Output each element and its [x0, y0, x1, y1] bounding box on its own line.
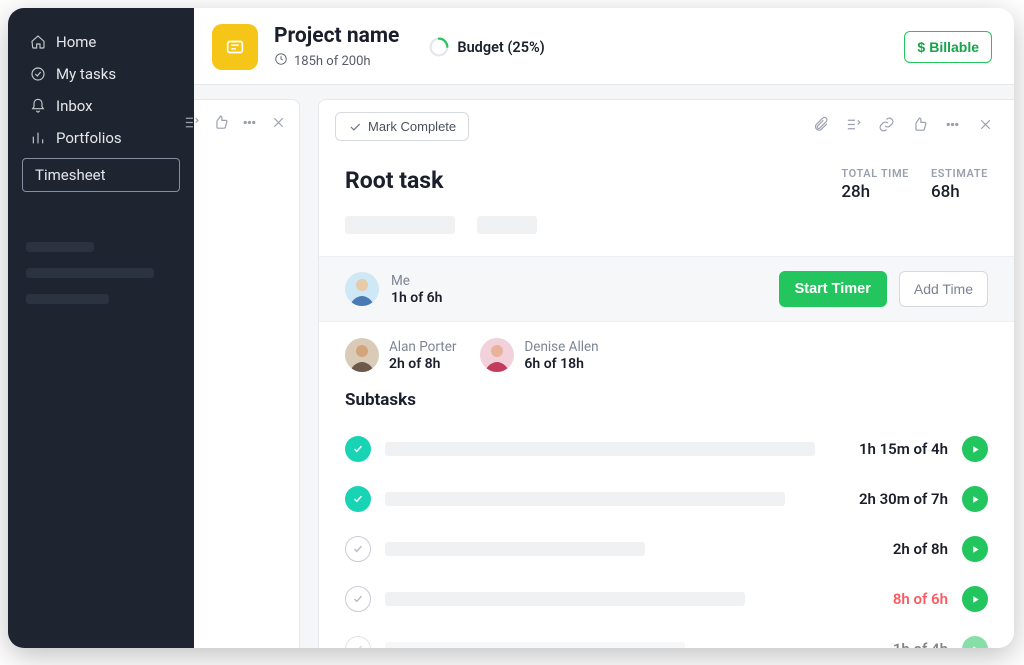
- sidebar-item-label: Home: [56, 33, 96, 51]
- estimate-label: ESTIMATE: [931, 167, 988, 180]
- donut-icon: [429, 37, 449, 57]
- subtask-icon[interactable]: [845, 116, 862, 137]
- play-button[interactable]: [962, 536, 988, 562]
- main: Project name 185h of 200h Budget (25%) $: [194, 8, 1014, 648]
- sidebar-item-my-tasks[interactable]: My tasks: [22, 58, 180, 90]
- subtask-title-placeholder: [385, 642, 685, 648]
- clock-icon: [274, 52, 288, 70]
- subtask-checkbox[interactable]: [345, 586, 371, 612]
- subtask-row: 2h 30m of 7h: [345, 474, 988, 524]
- project-title: Project name: [274, 24, 399, 48]
- subtask-title-placeholder: [385, 492, 785, 506]
- close-icon[interactable]: [977, 116, 994, 137]
- project-meta: Project name 185h of 200h: [274, 24, 399, 70]
- assignee-time: 6h of 18h: [524, 356, 598, 372]
- sidebar-item-label: Timesheet: [35, 166, 106, 184]
- total-time-value: 28h: [841, 182, 909, 202]
- subtask-time: 2h of 8h: [893, 540, 948, 558]
- avatar: [345, 338, 379, 372]
- mark-complete-button[interactable]: Mark Complete: [335, 112, 469, 141]
- play-button[interactable]: [962, 586, 988, 612]
- assignees-row: Alan Porter 2h of 8h Denise Allen 6h of …: [345, 322, 988, 380]
- check-circle-icon: [30, 66, 46, 82]
- close-icon[interactable]: [270, 114, 287, 135]
- subtasks-heading: Subtasks: [345, 390, 988, 410]
- sidebar-placeholder-block: [22, 242, 180, 304]
- more-icon[interactable]: [944, 116, 961, 137]
- dollar-icon: $: [917, 39, 925, 55]
- bell-icon: [30, 98, 46, 114]
- subtask-checkbox[interactable]: [345, 486, 371, 512]
- subtask-row: 2h of 8h: [345, 524, 988, 574]
- sidebar-item-home[interactable]: Home: [22, 26, 180, 58]
- budget-indicator: Budget (25%): [429, 37, 544, 57]
- billable-button[interactable]: $ Billable: [904, 31, 992, 63]
- subtask-title-placeholder: [385, 592, 745, 606]
- project-hours: 185h of 200h: [294, 54, 371, 69]
- subtask-time: 8h of 6h: [893, 590, 948, 608]
- total-time-stat: TOTAL TIME 28h: [841, 167, 909, 202]
- subtask-icon[interactable]: [183, 114, 200, 135]
- assignee-name: Alan Porter: [389, 339, 456, 355]
- billable-label: Billable: [929, 39, 979, 55]
- sidebar-item-label: Inbox: [56, 97, 93, 115]
- app-shell: Home My tasks Inbox Portfolios: [8, 8, 1014, 648]
- mark-complete-label: Mark Complete: [368, 119, 456, 134]
- subtask-row: 8h of 6h: [345, 574, 988, 624]
- play-button[interactable]: [962, 486, 988, 512]
- avatar: [480, 338, 514, 372]
- user-name: Me: [391, 273, 442, 289]
- subtask-time: 1h 15m of 4h: [859, 440, 948, 458]
- sidebar-item-label: Portfolios: [56, 129, 122, 147]
- avatar: [345, 272, 379, 306]
- task-meta-placeholder: [345, 216, 988, 234]
- task-panel: Mark Complete Root task: [318, 99, 1014, 648]
- start-timer-button[interactable]: Start Timer: [779, 271, 887, 307]
- assignee: Alan Porter 2h of 8h: [345, 338, 456, 372]
- estimate-value: 68h: [931, 182, 988, 202]
- subtask-row: 1h of 4h: [345, 624, 988, 648]
- bar-chart-icon: [30, 130, 46, 146]
- sidebar: Home My tasks Inbox Portfolios: [8, 8, 194, 648]
- subtask-row: 1h 15m of 4h: [345, 424, 988, 474]
- assignee: Denise Allen 6h of 18h: [480, 338, 598, 372]
- play-button[interactable]: [962, 636, 988, 648]
- sidebar-item-inbox[interactable]: Inbox: [22, 90, 180, 122]
- more-icon[interactable]: [241, 114, 258, 135]
- link-icon[interactable]: [878, 116, 895, 137]
- play-button[interactable]: [962, 436, 988, 462]
- subtask-title-placeholder: [385, 442, 815, 456]
- sidebar-item-timesheet[interactable]: Timesheet: [22, 158, 180, 192]
- subtask-checkbox[interactable]: [345, 436, 371, 462]
- task-title: Root task: [345, 167, 819, 194]
- thumbs-up-icon[interactable]: [212, 114, 229, 135]
- thumbs-up-icon[interactable]: [911, 116, 928, 137]
- user-time: 1h of 6h: [391, 290, 442, 306]
- current-user-info: Me 1h of 6h: [391, 273, 442, 306]
- estimate-stat: ESTIMATE 68h: [931, 167, 988, 202]
- subtask-time: 2h 30m of 7h: [859, 490, 948, 508]
- total-time-label: TOTAL TIME: [841, 167, 909, 180]
- add-time-button[interactable]: Add Time: [899, 271, 988, 307]
- home-icon: [30, 34, 46, 50]
- attachment-icon[interactable]: [812, 116, 829, 137]
- project-icon: [212, 24, 258, 70]
- current-user-time-bar: Me 1h of 6h Start Timer Add Time: [319, 256, 1014, 322]
- subtask-checkbox[interactable]: [345, 636, 371, 648]
- assignee-time: 2h of 8h: [389, 356, 456, 372]
- sidebar-item-portfolios[interactable]: Portfolios: [22, 122, 180, 154]
- budget-label: Budget (25%): [457, 39, 544, 56]
- content-area: Mark Complete Root task: [194, 85, 1014, 648]
- sidebar-item-label: My tasks: [56, 65, 116, 83]
- subtask-time: 1h of 4h: [893, 640, 948, 648]
- project-header: Project name 185h of 200h Budget (25%) $: [194, 8, 1014, 85]
- adjacent-panel: [194, 99, 300, 648]
- task-toolbar: [812, 116, 994, 137]
- subtask-checkbox[interactable]: [345, 536, 371, 562]
- subtask-title-placeholder: [385, 542, 645, 556]
- subtasks-section: Subtasks 1h 15m of 4h 2h 30m of 7h: [345, 390, 988, 648]
- assignee-name: Denise Allen: [524, 339, 598, 355]
